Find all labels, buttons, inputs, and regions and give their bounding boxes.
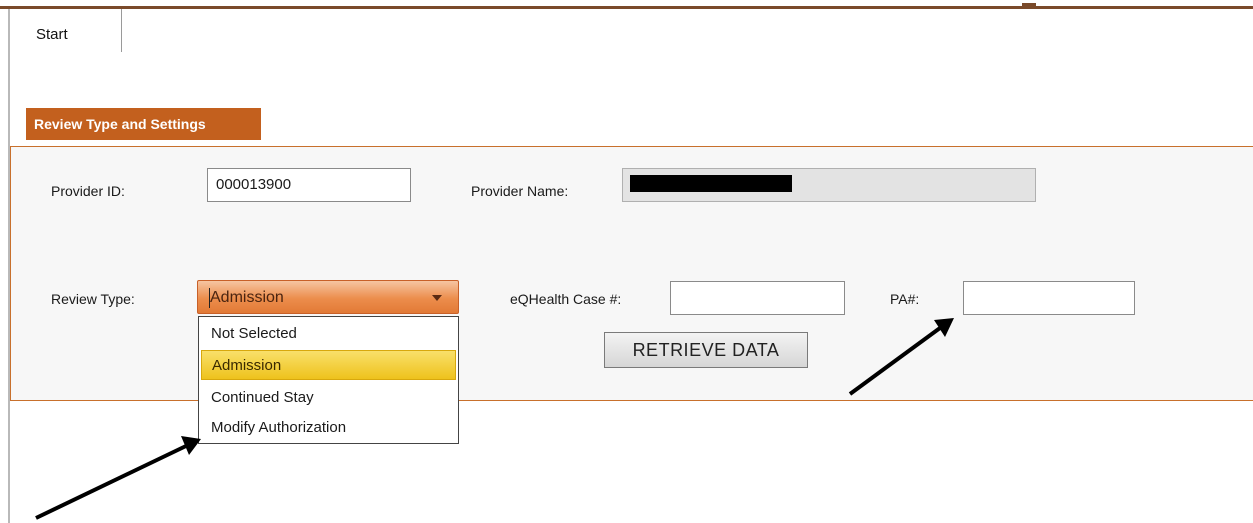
annotation-arrow-pa [848, 318, 954, 396]
annotation-arrows [35, 318, 954, 520]
annotation-arrow-dropdown [35, 436, 201, 520]
